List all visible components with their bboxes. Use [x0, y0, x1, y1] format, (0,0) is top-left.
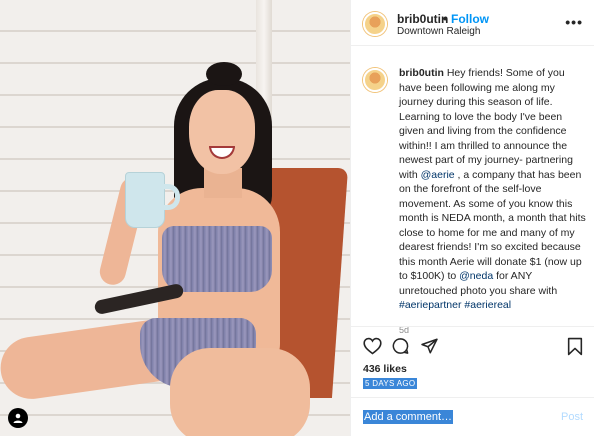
- comment-button[interactable]: [391, 337, 410, 360]
- save-button[interactable]: [567, 337, 583, 361]
- mug: [125, 172, 165, 228]
- mention-aerie[interactable]: @aerie: [421, 169, 455, 181]
- more-icon[interactable]: •••: [565, 14, 583, 30]
- comment-icon: [392, 338, 409, 354]
- post-header: brib0utin • Follow Downtown Raleigh •••: [351, 0, 594, 46]
- hair-bun: [206, 62, 242, 86]
- share-button[interactable]: [420, 337, 439, 360]
- user-tag-button[interactable]: [8, 408, 28, 428]
- comment-input[interactable]: Add a comment…: [363, 410, 454, 424]
- header-separator: •: [443, 12, 448, 26]
- like-button[interactable]: [363, 337, 382, 360]
- avatar[interactable]: [363, 12, 387, 36]
- hashtag-aeriepartner[interactable]: #aeriepartner: [399, 299, 461, 311]
- header-username[interactable]: brib0utin: [397, 12, 448, 26]
- action-bar: 436 likes 5 DAYS AGO Add a comment… Post: [351, 326, 594, 436]
- share-icon: [421, 338, 438, 354]
- user-tag-icon: [13, 413, 23, 423]
- post-side-panel: brib0utin • Follow Downtown Raleigh ••• …: [350, 0, 594, 436]
- likes-count[interactable]: 436 likes: [363, 363, 407, 375]
- bookmark-icon: [567, 337, 583, 356]
- hashtag-aeriereal[interactable]: #aeriereal: [464, 299, 511, 311]
- location-link[interactable]: Downtown Raleigh: [397, 26, 480, 37]
- follow-button[interactable]: Follow: [451, 12, 489, 26]
- face: [189, 90, 255, 174]
- caption: brib0utin Hey friends! Some of you have …: [399, 66, 589, 337]
- leg-bent: [170, 348, 310, 436]
- caption-avatar[interactable]: [363, 68, 387, 92]
- caption-text: , a company that has been on the forefro…: [399, 168, 586, 283]
- post-photo[interactable]: [0, 0, 350, 436]
- heart-icon: [363, 337, 382, 355]
- post-date: 5 DAYS AGO: [363, 378, 418, 389]
- post-comment-button[interactable]: Post: [561, 411, 583, 423]
- comment-row: Add a comment… Post: [351, 397, 594, 436]
- caption-username[interactable]: brib0utin: [399, 67, 444, 79]
- swim-top: [162, 226, 272, 292]
- mention-neda[interactable]: @neda: [459, 270, 493, 282]
- caption-area: brib0utin Hey friends! Some of you have …: [351, 60, 594, 335]
- caption-text: Hey friends! Some of you have been follo…: [399, 67, 573, 181]
